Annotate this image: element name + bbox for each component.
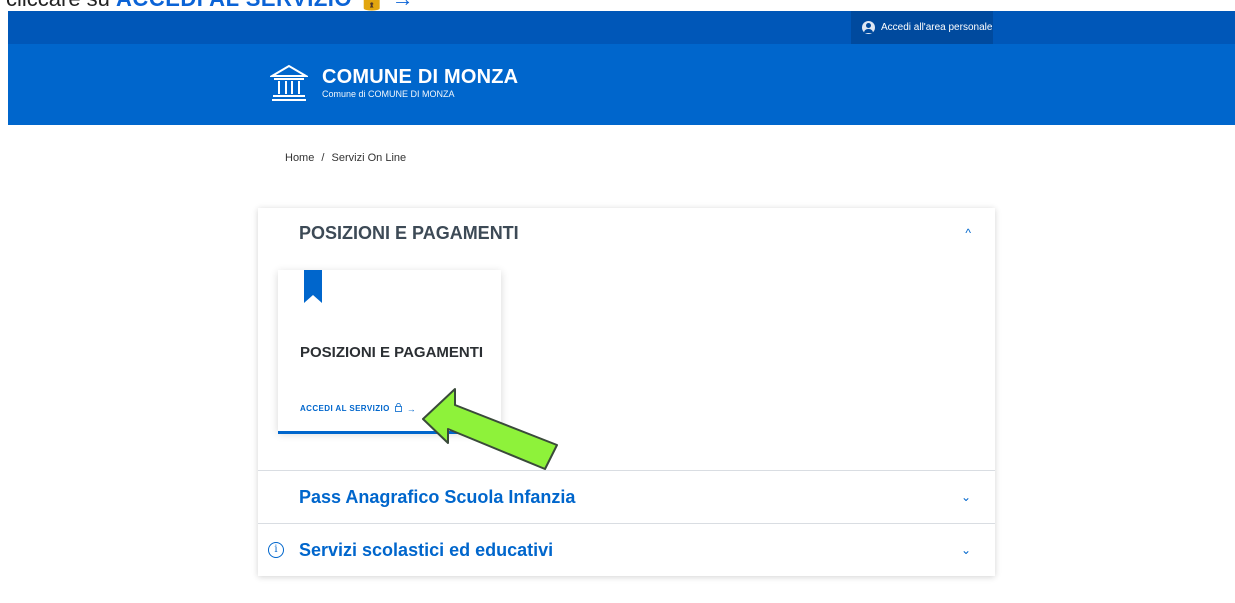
- personal-area-login-label: Accedi all'area personale: [881, 22, 993, 33]
- accordion-title: Servizi scolastici ed educativi: [299, 539, 554, 560]
- lock-icon: [394, 403, 402, 414]
- chevron-down-icon: ⌄: [960, 543, 971, 557]
- access-service-link[interactable]: ACCEDI AL SERVIZIO →: [300, 403, 416, 414]
- brand-link[interactable]: COMUNE DI MONZA Comune di COMUNE DI MONZ…: [270, 64, 518, 102]
- chevron-up-icon: ^: [965, 226, 971, 240]
- user-icon: [862, 21, 875, 34]
- annotation-arrow-icon: [422, 388, 558, 470]
- breadcrumb-separator: /: [321, 152, 325, 164]
- instruction-prefix: cliccare su: [6, 0, 116, 11]
- chevron-down-icon: ⌄: [960, 490, 971, 504]
- site-header: COMUNE DI MONZA Comune di COMUNE DI MONZ…: [8, 44, 1235, 125]
- services-accordion: POSIZIONI E PAGAMENTI ^ POSIZIONI E PAGA…: [258, 208, 995, 576]
- municipality-building-icon: [270, 64, 308, 101]
- breadcrumb-home-link[interactable]: Home: [285, 152, 314, 164]
- access-service-label: ACCEDI AL SERVIZIO: [300, 404, 390, 413]
- brand-text: COMUNE DI MONZA Comune di COMUNE DI MONZ…: [322, 66, 518, 100]
- service-card-title: POSIZIONI E PAGAMENTI: [300, 344, 484, 361]
- accordion-title: Pass Anagrafico Scuola Infanzia: [299, 486, 576, 507]
- accordion-title: POSIZIONI E PAGAMENTI: [299, 222, 519, 243]
- accordion-header-posizioni-pagamenti[interactable]: POSIZIONI E PAGAMENTI ^: [258, 208, 995, 258]
- instruction-highlight: ACCEDI AL SERVIZIO: [116, 0, 352, 11]
- lock-icon: 🔒: [358, 0, 385, 11]
- site-subtitle: Comune di COMUNE DI MONZA: [322, 89, 455, 99]
- info-icon: i: [268, 542, 284, 558]
- accordion-header-servizi-scolastici[interactable]: i Servizi scolastici ed educativi ⌄: [258, 524, 995, 576]
- breadcrumb-current: Servizi On Line: [331, 152, 407, 164]
- personal-area-login-button[interactable]: Accedi all'area personale: [851, 11, 993, 44]
- arrow-right-icon: →: [392, 0, 414, 11]
- accordion-header-pass-anagrafico[interactable]: Pass Anagrafico Scuola Infanzia ⌄: [258, 471, 995, 523]
- bookmark-icon: [304, 270, 322, 303]
- site-title: COMUNE DI MONZA: [322, 66, 519, 88]
- breadcrumb: Home / Servizi On Line: [285, 152, 406, 164]
- top-bar: Accedi all'area personale: [8, 11, 1235, 44]
